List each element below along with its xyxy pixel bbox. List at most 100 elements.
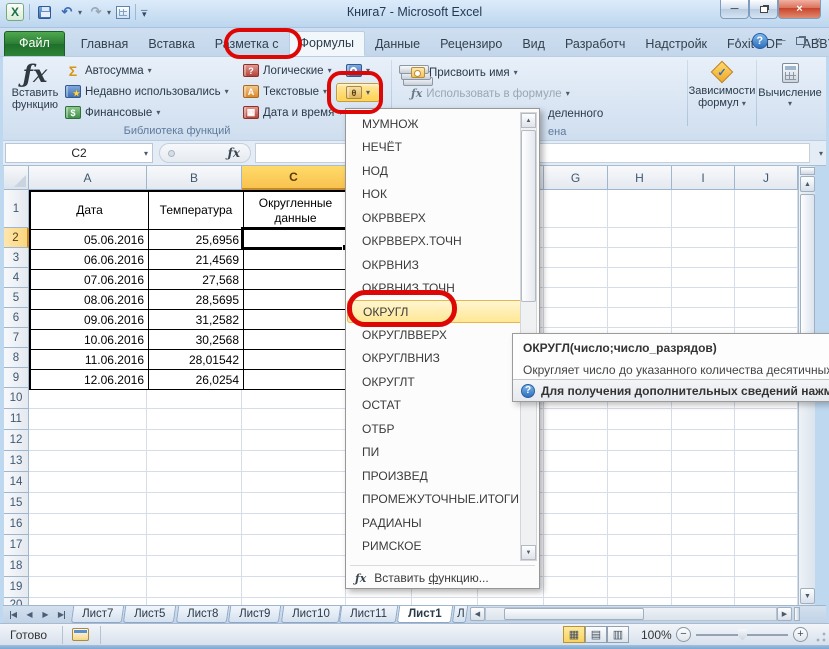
name-box[interactable]: C2 ▾ [5,143,153,163]
column-header-I[interactable]: I [672,166,735,190]
row-header-11[interactable]: 11 [4,409,29,430]
workbook-close-icon[interactable]: × [815,35,821,47]
sheet-tab-лист8[interactable]: Лист8 [176,606,230,623]
financial-button[interactable]: $ Финансовые▾ [65,103,160,122]
menu-item-остат[interactable]: ОСТАТ [347,394,519,418]
empty-cell[interactable] [244,250,348,270]
column-header-H[interactable]: H [608,166,672,190]
date-cell[interactable]: 05.06.2016 [31,230,149,250]
menu-item-пи[interactable]: ПИ [347,441,519,465]
column-header-J[interactable]: J [735,166,798,190]
row-header-13[interactable]: 13 [4,451,29,472]
formula-auditing-button[interactable]: ✓ Зависимости формул ▾ [691,61,753,109]
tab-вставка[interactable]: Вставка [138,33,204,56]
sheet-tab-лист1[interactable]: Лист1 [397,606,453,623]
menu-item-окрвниз[interactable]: ОКРВНИЗ [347,253,519,277]
column-header-B[interactable]: B [147,166,242,190]
value-cell[interactable]: 31,2582 [149,310,244,330]
menu-item-округлт[interactable]: ОКРУГЛТ [347,370,519,394]
data-table[interactable]: ДатаТемператураОкругленные данные05.06.2… [29,190,348,390]
column-header-G[interactable]: G [544,166,608,190]
row-header-14[interactable]: 14 [4,472,29,493]
calculation-button[interactable]: Вычисление ▾ [760,61,820,108]
tab-вид[interactable]: Вид [512,33,555,56]
zoom-slider-thumb[interactable] [738,629,747,641]
row-header-2[interactable]: 2 [4,228,29,248]
autosum-button[interactable]: Σ Автосумма▾ [65,61,152,80]
row-header-5[interactable]: 5 [4,288,29,308]
menu-item-промежуточные.итоги[interactable]: ПРОМЕЖУТОЧНЫЕ.ИТОГИ [347,488,519,512]
define-name-button[interactable]: Присвоить имя▾ [411,63,518,82]
row-header-17[interactable]: 17 [4,535,29,556]
tab-надстройк[interactable]: Надстройк [635,33,717,56]
logical-button[interactable]: ? Логические▾ [243,61,332,80]
insert-function-button[interactable]: ƒx Вставить функцию [9,61,61,111]
row-header-9[interactable]: 9 [4,368,29,388]
scroll-left-button[interactable]: ◀ [470,607,485,621]
zoom-out-button[interactable]: − [676,627,691,642]
menu-item-отбр[interactable]: ОТБР [347,417,519,441]
row-header-12[interactable]: 12 [4,430,29,451]
date-cell[interactable]: 06.06.2016 [31,250,149,270]
tab-file[interactable]: Файл [4,31,65,56]
split-handle[interactable] [800,167,815,175]
maximize-button[interactable] [749,0,778,19]
recently-used-button[interactable]: ★ Недавно использовались▾ [65,82,229,101]
value-cell[interactable]: 28,01542 [149,350,244,370]
menu-item-мумнож[interactable]: МУМНОЖ [347,112,519,136]
horizontal-scroll-thumb[interactable] [504,608,644,620]
zoom-in-button[interactable]: + [793,627,808,642]
active-cell-selection[interactable] [241,227,347,249]
menu-item-окрвверх[interactable]: ОКРВВЕРХ [347,206,519,230]
scroll-down-button[interactable]: ▼ [800,588,815,604]
row-header-6[interactable]: 6 [4,308,29,328]
menu-item-римское[interactable]: РИМСКОЕ [347,535,519,559]
menu-item-нечёт[interactable]: НЕЧЁТ [347,136,519,160]
tab-данные[interactable]: Данные [365,33,430,56]
date-cell[interactable]: 07.06.2016 [31,270,149,290]
value-cell[interactable]: 26,0254 [149,370,244,390]
menu-scroll-thumb[interactable] [521,130,536,302]
workbook-restore-icon[interactable] [796,37,805,45]
page-break-view-button[interactable]: ▥ [607,626,629,643]
scroll-right-button[interactable]: ▶ [777,607,792,621]
row-header-15[interactable]: 15 [4,493,29,514]
tab-главная[interactable]: Главная [71,33,139,56]
name-box-caret-icon[interactable]: ▾ [144,149,148,158]
row-header-8[interactable]: 8 [4,348,29,368]
tab-split-handle[interactable] [794,607,800,621]
sheet-tab-лист10[interactable]: Лист10 [280,606,340,623]
value-cell[interactable]: 21,4569 [149,250,244,270]
expand-formula-bar-icon[interactable]: ▾ [819,149,823,158]
menu-item-округлвниз[interactable]: ОКРУГЛВНИЗ [347,347,519,371]
menu-item-окрвверх.точн[interactable]: ОКРВВЕРХ.ТОЧН [347,230,519,254]
sheet-tab-лист5[interactable]: Лист5 [123,606,177,623]
empty-cell[interactable] [244,290,348,310]
insert-function-fx-icon[interactable]: ƒx [228,146,240,160]
menu-scroll-down-button[interactable]: ▼ [521,545,536,560]
sheet-tab-лист9[interactable]: Лист9 [228,606,282,623]
vertical-scroll-thumb[interactable] [800,194,815,342]
menu-item-нод[interactable]: НОД [347,159,519,183]
select-all-corner[interactable] [4,166,29,190]
menu-item-радианы[interactable]: РАДИАНЫ [347,511,519,535]
next-sheet-button[interactable]: ▶ [38,608,53,622]
date-cell[interactable]: 12.06.2016 [31,370,149,390]
prev-sheet-button[interactable]: ◀ [22,608,37,622]
workbook-minimize-icon[interactable]: ─ [778,35,786,47]
sheet-tab-лист11[interactable]: Лист11 [339,606,398,623]
normal-view-button[interactable]: ▦ [563,626,585,643]
help-icon[interactable]: ? [752,33,768,49]
macro-record-icon[interactable] [72,628,89,641]
sheet-tab-лист7[interactable]: Лист7 [71,606,125,623]
resize-dot-icon[interactable] [168,150,175,157]
date-cell[interactable]: 11.06.2016 [31,350,149,370]
minimize-ribbon-icon[interactable]: ∧ [734,36,741,47]
row-header-7[interactable]: 7 [4,328,29,348]
zoom-level-label[interactable]: 100% [641,628,672,642]
menu-scroll-up-button[interactable]: ▲ [521,113,536,128]
empty-cell[interactable] [244,270,348,290]
row-header-1[interactable]: 1 [4,190,29,228]
row-header-3[interactable]: 3 [4,248,29,268]
horizontal-scrollbar[interactable]: ◀ ▶ [470,606,800,622]
